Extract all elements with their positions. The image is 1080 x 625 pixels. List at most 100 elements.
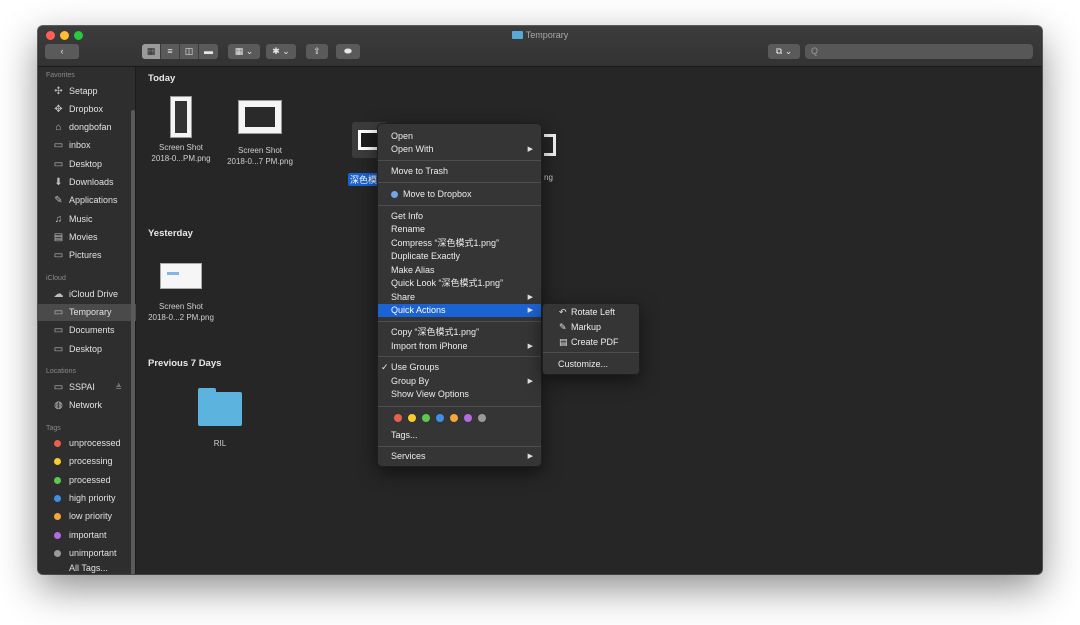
- menu-item-get-info[interactable]: Get Info: [378, 210, 541, 223]
- selected-file-name[interactable]: 深色模: [348, 173, 380, 186]
- menu-item-services[interactable]: Services ▶: [378, 450, 541, 463]
- menu-item-group-by[interactable]: Group By ▶: [378, 375, 541, 388]
- sidebar-tag-processed[interactable]: processed: [38, 472, 136, 489]
- network-globe-icon: ◍: [54, 400, 63, 411]
- menu-item-duplicate-exactly[interactable]: Duplicate Exactly: [378, 250, 541, 263]
- sidebar-item-label: Desktop: [69, 344, 103, 354]
- file-item[interactable]: Screen Shot 2018-0...7 PM.png: [220, 100, 300, 167]
- menu-separator: [378, 406, 541, 407]
- sidebar-tag-all-tags[interactable]: All Tags...: [38, 563, 136, 574]
- music-note-icon: ♫: [54, 214, 63, 225]
- menu-item-move-to-dropbox[interactable]: Move to Dropbox: [378, 188, 541, 201]
- sidebar-item-label: Desktop: [69, 159, 103, 169]
- tag-color-dot: [54, 532, 61, 539]
- menu-item-share[interactable]: Share ▶: [378, 291, 541, 304]
- sidebar-tag-low-priority[interactable]: low priority: [38, 508, 136, 525]
- edit-tags-button[interactable]: ⬬: [336, 44, 360, 59]
- menu-item-quick-look[interactable]: Quick Look “深色模式1.png”: [378, 277, 541, 290]
- back-button[interactable]: ‹: [45, 44, 79, 59]
- submenu-item-markup[interactable]: ✎ Markup: [543, 320, 639, 334]
- pictures-icon: ▭: [53, 250, 64, 261]
- sidebar-item-documents[interactable]: ▭ Documents: [38, 322, 136, 339]
- folder-item[interactable]: RIL: [180, 388, 260, 449]
- tag-blue-swatch[interactable]: [436, 414, 444, 422]
- submenu-item-customize[interactable]: Customize...: [543, 357, 639, 371]
- tag-gray-swatch[interactable]: [478, 414, 486, 422]
- title-bar: Temporary ‹ ▦ ≡ ◫ ▬ ▦ ⌄ ✱ ⌄ ⇪ ⬬ ⧉ ⌄ Q: [38, 26, 1042, 67]
- column-view-button[interactable]: ◫: [180, 44, 199, 59]
- file-item[interactable]: Screen Shot 2018-0...2 PM.png: [141, 263, 221, 323]
- file-item[interactable]: Screen Shot 2018-0...PM.png: [141, 96, 221, 164]
- sidebar-tag-unprocessed[interactable]: unprocessed: [38, 435, 136, 452]
- image-thumbnail[interactable]: [544, 134, 556, 156]
- tag-color-row: [394, 414, 486, 422]
- submenu-item-create-pdf[interactable]: ▤ Create PDF: [543, 335, 639, 349]
- sidebar-item-setapp[interactable]: ✣ Setapp: [38, 83, 136, 100]
- eject-icon[interactable]: ≜: [115, 379, 122, 396]
- sidebar-item-downloads[interactable]: ⬇ Downloads: [38, 174, 136, 191]
- sidebar-item-desktop[interactable]: ▭ Desktop: [38, 156, 136, 173]
- sidebar-item-home[interactable]: ⌂ dongbofan: [38, 119, 136, 136]
- group-by-button[interactable]: ▦ ⌄: [228, 44, 260, 59]
- sidebar-item-label: high priority: [69, 493, 116, 503]
- tag-orange-swatch[interactable]: [450, 414, 458, 422]
- icon-view-button[interactable]: ▦: [142, 44, 161, 59]
- list-view-button[interactable]: ≡: [161, 44, 180, 59]
- sidebar-tag-high-priority[interactable]: high priority: [38, 490, 136, 507]
- sidebar-item-label: important: [69, 530, 107, 540]
- sidebar-item-inbox[interactable]: ▭ inbox: [38, 137, 136, 154]
- menu-item-use-groups[interactable]: ✓ Use Groups: [378, 361, 541, 374]
- gallery-view-button[interactable]: ▬: [199, 44, 218, 59]
- menu-item-rename[interactable]: Rename: [378, 223, 541, 236]
- sidebar-tag-processing[interactable]: processing: [38, 453, 136, 470]
- sidebar-scrollbar[interactable]: [131, 110, 135, 574]
- pdf-document-icon: ▤: [559, 337, 568, 347]
- menu-item-quick-actions[interactable]: Quick Actions ▶: [378, 304, 541, 317]
- menu-item-open-with[interactable]: Open With ▶: [378, 143, 541, 156]
- desktop-icon: ▭: [53, 159, 64, 170]
- sidebar-item-label: Temporary: [69, 307, 112, 317]
- sidebar-item-pictures[interactable]: ▭ Pictures: [38, 247, 136, 264]
- sidebar-item-label: dongbofan: [69, 122, 112, 132]
- group-header-today: Today: [148, 73, 176, 84]
- sidebar-item-label: unprocessed: [69, 438, 121, 448]
- applications-icon: ✎: [54, 195, 63, 206]
- share-button[interactable]: ⇪: [306, 44, 328, 59]
- sidebar-item-label: Documents: [69, 325, 115, 335]
- folder-icon: [511, 31, 523, 39]
- search-icon: Q: [811, 46, 819, 56]
- sidebar-section-locations: Locations: [46, 368, 76, 375]
- sidebar-item-dropbox[interactable]: ✥ Dropbox: [38, 101, 136, 118]
- dropbox-toolbar-button[interactable]: ⧉ ⌄: [768, 44, 800, 59]
- menu-item-import-from-iphone[interactable]: Import from iPhone ▶: [378, 340, 541, 353]
- sidebar-item-label: low priority: [69, 511, 113, 521]
- sidebar-item-icloud-drive[interactable]: ☁ iCloud Drive: [38, 286, 136, 303]
- sidebar-item-temporary[interactable]: ▭ Temporary: [38, 304, 136, 321]
- image-thumbnail: [160, 263, 202, 289]
- menu-item-show-view-options[interactable]: Show View Options: [378, 388, 541, 401]
- sidebar-item-music[interactable]: ♫ Music: [38, 211, 136, 228]
- search-input[interactable]: Q: [805, 44, 1033, 59]
- sidebar-item-label: Network: [69, 400, 103, 410]
- sidebar-item-network[interactable]: ◍ Network: [38, 397, 136, 414]
- menu-item-open[interactable]: Open: [378, 130, 541, 143]
- sidebar-item-applications[interactable]: ✎ Applications: [38, 192, 136, 209]
- menu-item-make-alias[interactable]: Make Alias: [378, 264, 541, 277]
- submenu-item-rotate-left[interactable]: ↶ Rotate Left: [543, 305, 639, 319]
- action-gear-button[interactable]: ✱ ⌄: [266, 44, 296, 59]
- sidebar-tag-unimportant[interactable]: unimportant: [38, 545, 136, 562]
- sidebar-item-movies[interactable]: ▤ Movies: [38, 229, 136, 246]
- tag-red-swatch[interactable]: [394, 414, 402, 422]
- tag-yellow-swatch[interactable]: [408, 414, 416, 422]
- menu-item-move-to-trash[interactable]: Move to Trash: [378, 165, 541, 178]
- menu-item-tags[interactable]: Tags...: [378, 429, 541, 442]
- sidebar-tag-important[interactable]: important: [38, 527, 136, 544]
- tag-purple-swatch[interactable]: [464, 414, 472, 422]
- tag-green-swatch[interactable]: [422, 414, 430, 422]
- menu-item-compress[interactable]: Compress “深色模式1.png”: [378, 237, 541, 250]
- menu-separator: [378, 205, 541, 206]
- file-name: Screen Shot 2018-0...2 PM.png: [148, 302, 214, 322]
- menu-item-copy[interactable]: Copy “深色模式1.png”: [378, 326, 541, 339]
- sidebar-item-sspai[interactable]: ▭ SSPAI ≜: [38, 379, 136, 396]
- sidebar-item-icloud-desktop[interactable]: ▭ Desktop: [38, 341, 136, 358]
